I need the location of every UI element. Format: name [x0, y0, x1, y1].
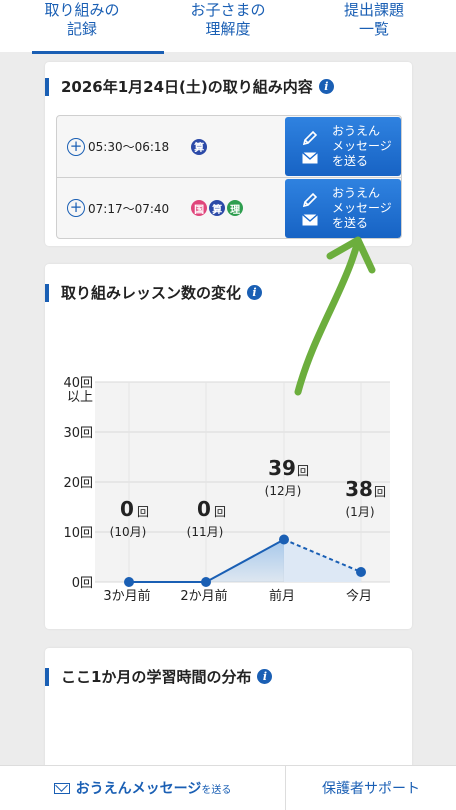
y-tick-label: 40回	[63, 376, 93, 391]
data-label: 0	[120, 497, 134, 521]
data-label-unit: 回	[214, 505, 226, 519]
message-line1: おうえん	[332, 186, 381, 200]
subject-badge: 算	[209, 200, 226, 216]
message-icons	[296, 192, 324, 226]
y-tick-label: 0回	[72, 576, 93, 591]
data-label-unit: 回	[137, 505, 149, 519]
tab-understanding[interactable]: お子さまの 理解度	[164, 0, 292, 52]
bottom-message-button[interactable]: おうえんメッセージ を送る	[0, 765, 286, 810]
tab-understanding-line1: お子さまの	[190, 1, 266, 19]
activity-time: 07:17〜07:40	[88, 201, 170, 216]
x-tick-label: 今月	[346, 588, 372, 604]
tab-assignments[interactable]: 提出課題 一覧	[292, 0, 456, 52]
x-tick-label: 前月	[269, 588, 295, 604]
month-label: (11月)	[187, 525, 224, 539]
tab-assignments-line2: 一覧	[358, 20, 389, 38]
distribution-card: ここ1か月の学習時間の分布 i	[45, 648, 412, 778]
tab-records-line2: 記録	[66, 20, 97, 38]
lessons-chart: 0回10回20回30回40回以上0 回(10月)0 回(11月)39 回(12月) 38…	[63, 376, 390, 604]
pencil-icon	[302, 130, 318, 145]
x-tick-label: 3か月前	[103, 588, 150, 604]
tab-understanding-line2: 理解度	[205, 20, 251, 38]
data-label: 0	[197, 497, 211, 521]
month-label: (1月)	[346, 505, 375, 519]
plus-circle-icon[interactable]: +	[67, 137, 85, 156]
envelope-icon	[53, 782, 70, 794]
subject-badge: 理	[227, 200, 244, 216]
data-point	[124, 577, 134, 587]
envelope-icon	[302, 213, 318, 225]
activity-title: 2026年1月24日(土)の取り組み内容 i	[45, 76, 334, 97]
subject-badges: 算	[189, 138, 208, 155]
title-accent-bar	[45, 283, 49, 302]
tab-records-line1: 取り組みの	[44, 1, 120, 19]
info-icon[interactable]: i	[318, 79, 334, 94]
activity-time: 05:30〜06:18	[88, 140, 170, 154]
bottom-bar: おうえんメッセージ を送る 保護者サポート	[0, 765, 456, 810]
y-tick-label: 30回	[63, 426, 93, 441]
month-label: (12月)	[265, 484, 302, 498]
data-label: 38	[345, 477, 373, 501]
month-label: (10月)	[110, 525, 147, 539]
send-message-button[interactable]: おうえん メッセージ を送る	[285, 179, 401, 238]
data-point	[279, 534, 289, 545]
message-line2: メッセージ	[332, 201, 392, 215]
send-message-button[interactable]: おうえん メッセージ を送る	[285, 117, 401, 176]
info-icon[interactable]: i	[257, 669, 273, 684]
activity-list: + 05:30〜06:18 算 おうえん メッセージ を送る + 07:17〜0…	[56, 115, 402, 239]
activity-title-text: 2026年1月24日(土)の取り組み内容	[61, 78, 313, 96]
subject-badge: 算	[191, 138, 208, 155]
distribution-title-text: ここ1か月の学習時間の分布	[61, 668, 252, 686]
tab-bar: 取り組みの 記録 お子さまの 理解度 提出課題 一覧	[0, 0, 456, 54]
message-line2: メッセージ	[332, 139, 392, 153]
message-button-label: おうえん メッセージ を送る	[332, 186, 392, 231]
activity-card: 2026年1月24日(土)の取り組み内容 i + 05:30〜06:18 算 お…	[45, 62, 412, 246]
message-line1: おうえん	[332, 124, 381, 138]
activity-row[interactable]: + 05:30〜06:18 算 おうえん メッセージ を送る	[57, 116, 401, 177]
plus-circle-icon[interactable]: +	[67, 199, 85, 217]
subject-badge: 国	[191, 200, 208, 216]
y-tick-suffix: 以上	[67, 390, 93, 405]
title-accent-bar	[45, 77, 49, 96]
title-accent-bar	[45, 667, 49, 686]
envelope-icon	[302, 151, 318, 163]
lessons-title: 取り組みレッスン数の変化 i	[45, 282, 263, 303]
lessons-title-text: 取り組みレッスン数の変化	[61, 284, 242, 302]
tab-assignments-line1: 提出課題	[343, 1, 404, 19]
bottom-message-small: を送る	[201, 784, 232, 796]
data-label: 39	[268, 456, 296, 480]
subject-badges: 国 算 理	[189, 200, 244, 216]
parent-support-link[interactable]: 保護者サポート	[286, 778, 456, 798]
lessons-card: 取り組みレッスン数の変化 i 0回 10回 20回 30回 40回 以上 0 回 (10月) 0 回…	[45, 264, 412, 629]
bottom-message-label: おうえんメッセージ	[75, 781, 202, 797]
info-icon[interactable]: i	[247, 285, 263, 300]
message-line3: を送る	[332, 154, 369, 168]
pencil-icon	[302, 192, 318, 207]
tab-records[interactable]: 取り組みの 記録	[0, 0, 164, 54]
data-label-unit: 回	[374, 485, 386, 499]
data-point	[201, 577, 211, 587]
message-icons	[296, 130, 324, 164]
y-tick-label: 20回	[63, 476, 93, 491]
y-tick-label: 10回	[63, 526, 93, 541]
distribution-title: ここ1か月の学習時間の分布 i	[45, 666, 273, 687]
x-tick-label: 2か月前	[180, 588, 227, 604]
message-line3: を送る	[332, 216, 369, 230]
activity-row[interactable]: + 07:17〜07:40 国 算 理 おうえん メッセージ を送る	[57, 177, 401, 238]
data-point	[356, 567, 366, 577]
message-button-label: おうえん メッセージ を送る	[332, 124, 392, 169]
data-label-unit: 回	[297, 464, 309, 478]
